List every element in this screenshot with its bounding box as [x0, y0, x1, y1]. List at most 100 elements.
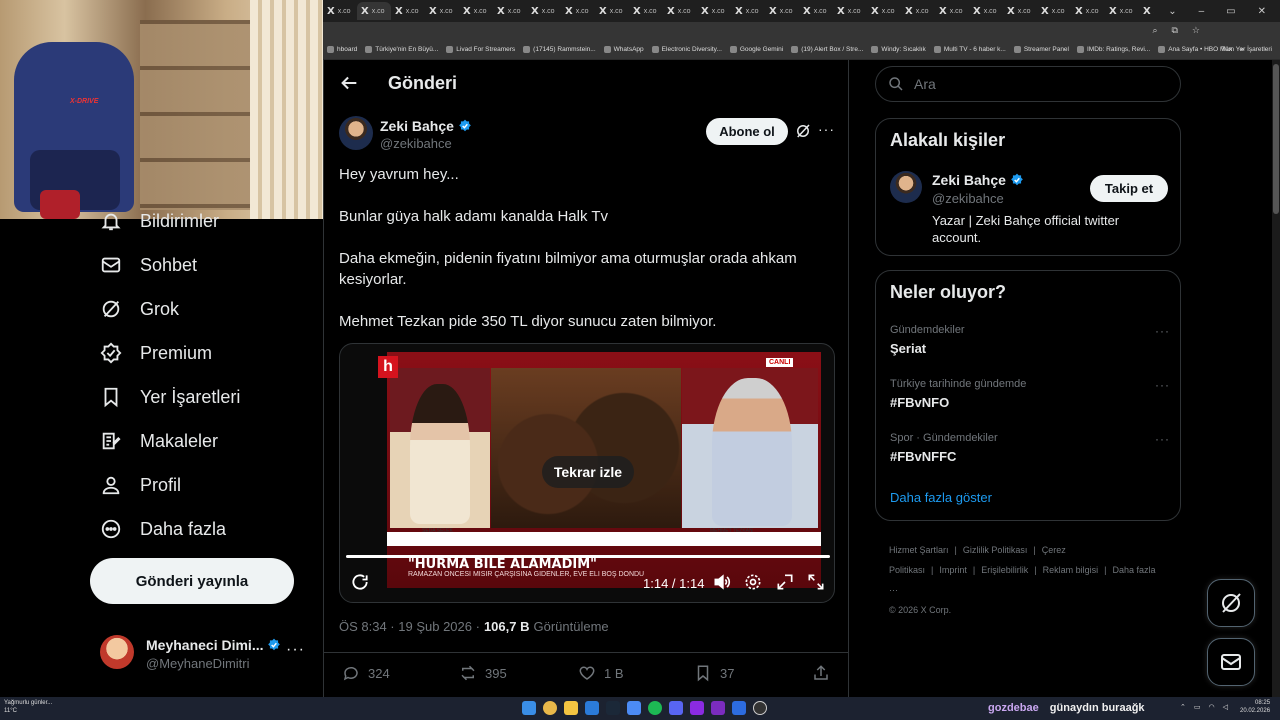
- app-icon[interactable]: [711, 701, 725, 715]
- footer-link[interactable]: Imprint: [939, 565, 967, 575]
- fullscreen-icon[interactable]: [806, 572, 826, 592]
- chrome-icon[interactable]: [543, 701, 557, 715]
- browser-tab[interactable]: Xx.co: [357, 2, 391, 20]
- browser-tab[interactable]: Xx.co: [561, 2, 595, 20]
- video-player[interactable]: h CANLI SEDA SELEK MEHMET TEZKAN "HURMA …: [339, 343, 835, 603]
- bookmark-item[interactable]: Electronic Diversity...: [651, 46, 722, 53]
- star-icon[interactable]: ☆: [1192, 25, 1200, 36]
- browser-tab[interactable]: Xx.co: [1037, 2, 1071, 20]
- follow-button[interactable]: Takip et: [1090, 175, 1168, 202]
- like-button[interactable]: 1 B: [578, 664, 624, 682]
- browser-tab[interactable]: Xx.co: [901, 2, 935, 20]
- page-scrollbar[interactable]: [1272, 60, 1280, 697]
- browser-tab[interactable]: Xx.co: [969, 2, 1003, 20]
- weather-widget[interactable]: Yağmurlu günler... 11°C: [4, 699, 52, 715]
- browser-tab[interactable]: Xx.co: [493, 2, 527, 20]
- spotify-icon[interactable]: [648, 701, 662, 715]
- bookmark-item[interactable]: Multi TV - 6 haber k...: [933, 46, 1006, 53]
- browser-tab[interactable]: Xx.co: [323, 2, 357, 20]
- settings-gear-icon[interactable]: [743, 572, 763, 592]
- nav-item-premium[interactable]: Premium: [100, 337, 212, 369]
- author-avatar[interactable]: [339, 116, 373, 150]
- app-icon[interactable]: [585, 701, 599, 715]
- author-name[interactable]: Zeki Bahçe: [380, 118, 472, 134]
- nav-item-profile[interactable]: Profil: [100, 469, 181, 501]
- browser-tab[interactable]: Xx.co: [765, 2, 799, 20]
- avatar[interactable]: [890, 171, 922, 203]
- search-input[interactable]: [914, 76, 1154, 92]
- maximize-icon[interactable]: ▭: [1226, 6, 1235, 17]
- related-person-handle[interactable]: @zekibahce: [932, 191, 1004, 206]
- browser-tab[interactable]: Xx.co: [697, 2, 731, 20]
- app-icon[interactable]: [690, 701, 704, 715]
- nav-item-more[interactable]: Daha fazla: [100, 513, 226, 545]
- post-button[interactable]: Gönderi yayınla: [90, 558, 294, 604]
- related-person-name[interactable]: Zeki Bahçe: [932, 172, 1024, 188]
- folder-icon[interactable]: [564, 701, 578, 715]
- bookmark-item[interactable]: Livad For Streamers: [446, 46, 515, 53]
- nav-item-articles[interactable]: Makaleler: [100, 425, 218, 457]
- replay-icon[interactable]: [350, 572, 370, 592]
- trend-item[interactable]: Spor · Gündemdekiler #FBvNFFC ···: [890, 432, 1170, 464]
- obs-icon[interactable]: [753, 701, 767, 715]
- repost-button[interactable]: 395: [459, 664, 507, 682]
- bookmark-item[interactable]: IMDb: Ratings, Revi...: [1077, 46, 1150, 53]
- back-arrow-icon[interactable]: [338, 72, 360, 94]
- share-icon[interactable]: ⧉: [1171, 25, 1177, 36]
- bookmark-item[interactable]: Türkiye'nin En Büyü...: [365, 46, 438, 53]
- clock[interactable]: 08:25 20.02.2026: [1240, 699, 1270, 715]
- chevron-down-icon[interactable]: ⌄: [1168, 6, 1176, 17]
- trend-more-icon[interactable]: ···: [1155, 432, 1170, 446]
- bookmark-item[interactable]: Streamer Panel: [1013, 46, 1069, 53]
- browser-tab[interactable]: Xx.co: [1071, 2, 1105, 20]
- trend-more-icon[interactable]: ···: [1155, 378, 1170, 392]
- zoom-icon[interactable]: ⌕: [1152, 25, 1157, 36]
- trend-item[interactable]: Gündemdekiler Şeriat ···: [890, 324, 1170, 356]
- steam-icon[interactable]: [606, 701, 620, 715]
- browser-tab[interactable]: Xx.co: [391, 2, 425, 20]
- reply-button[interactable]: 324: [342, 664, 390, 682]
- show-more-link[interactable]: Daha fazla göster: [890, 490, 992, 505]
- trend-item[interactable]: Türkiye tarihinde gündemde #FBvNFO ···: [890, 378, 1170, 410]
- browser-tab[interactable]: Xx.co: [1105, 2, 1139, 20]
- browser-tab[interactable]: Xx.co: [425, 2, 459, 20]
- browser-tab[interactable]: Xx.co: [867, 2, 901, 20]
- discord-icon[interactable]: [669, 701, 683, 715]
- bookmark-item[interactable]: (19) Alert Box / Stre...: [791, 46, 863, 53]
- footer-link[interactable]: Hizmet Şartları: [889, 545, 949, 555]
- bookmark-item[interactable]: (17145) Rammstein...: [523, 46, 596, 53]
- bookmark-button[interactable]: 37: [694, 664, 734, 682]
- start-icon[interactable]: [522, 701, 536, 715]
- subscribe-button[interactable]: Abone ol: [706, 118, 788, 145]
- post-timestamp[interactable]: ÖS 8:34 · 19 Şub 2026 ·: [339, 619, 480, 634]
- browser-tab[interactable]: Xx.co: [459, 2, 493, 20]
- nav-item-chat[interactable]: Sohbet: [100, 249, 197, 281]
- browser-tab[interactable]: Xx.co: [527, 2, 561, 20]
- app-icon[interactable]: [627, 701, 641, 715]
- all-bookmarks-folder[interactable]: Tüm Yer İşaretleri: [1221, 46, 1272, 53]
- bookmark-item[interactable]: hboard: [327, 46, 357, 53]
- browser-tab[interactable]: Xx.co: [731, 2, 765, 20]
- address-bar[interactable]: ⌕ ⧉ ☆: [323, 22, 1280, 40]
- nav-item-notifications[interactable]: Bildirimler: [100, 205, 219, 237]
- minimize-icon[interactable]: –: [1199, 6, 1205, 17]
- account-switcher[interactable]: Meyhaneci Dimi... @MeyhaneDimitri ···: [100, 633, 315, 673]
- system-tray[interactable]: ⌃ ▭ ◠ ◁: [1180, 703, 1228, 711]
- trend-more-icon[interactable]: ···: [1155, 324, 1170, 338]
- account-menu-icon[interactable]: ···: [286, 641, 305, 659]
- video-progress-bar[interactable]: [346, 555, 830, 558]
- browser-tab[interactable]: Xx.co: [629, 2, 663, 20]
- footer-link[interactable]: Reklam bilgisi: [1043, 565, 1099, 575]
- nav-item-bookmarks[interactable]: Yer İşaretleri: [100, 381, 240, 413]
- browser-tab[interactable]: Xx.co: [799, 2, 833, 20]
- author-handle[interactable]: @zekibahce: [380, 136, 452, 151]
- share-button[interactable]: [812, 664, 830, 682]
- bookmark-item[interactable]: Windy: Sıcaklık: [871, 46, 926, 53]
- grok-icon[interactable]: [794, 122, 812, 140]
- picture-in-picture-icon[interactable]: [775, 572, 795, 592]
- footer-link[interactable]: Erişilebilirlik: [981, 565, 1028, 575]
- close-window-icon[interactable]: ✕: [1258, 6, 1266, 17]
- messages-fab-button[interactable]: [1207, 638, 1255, 686]
- browser-tab[interactable]: Xx.co: [1003, 2, 1037, 20]
- footer-link[interactable]: Gizlilik Politikası: [963, 545, 1028, 555]
